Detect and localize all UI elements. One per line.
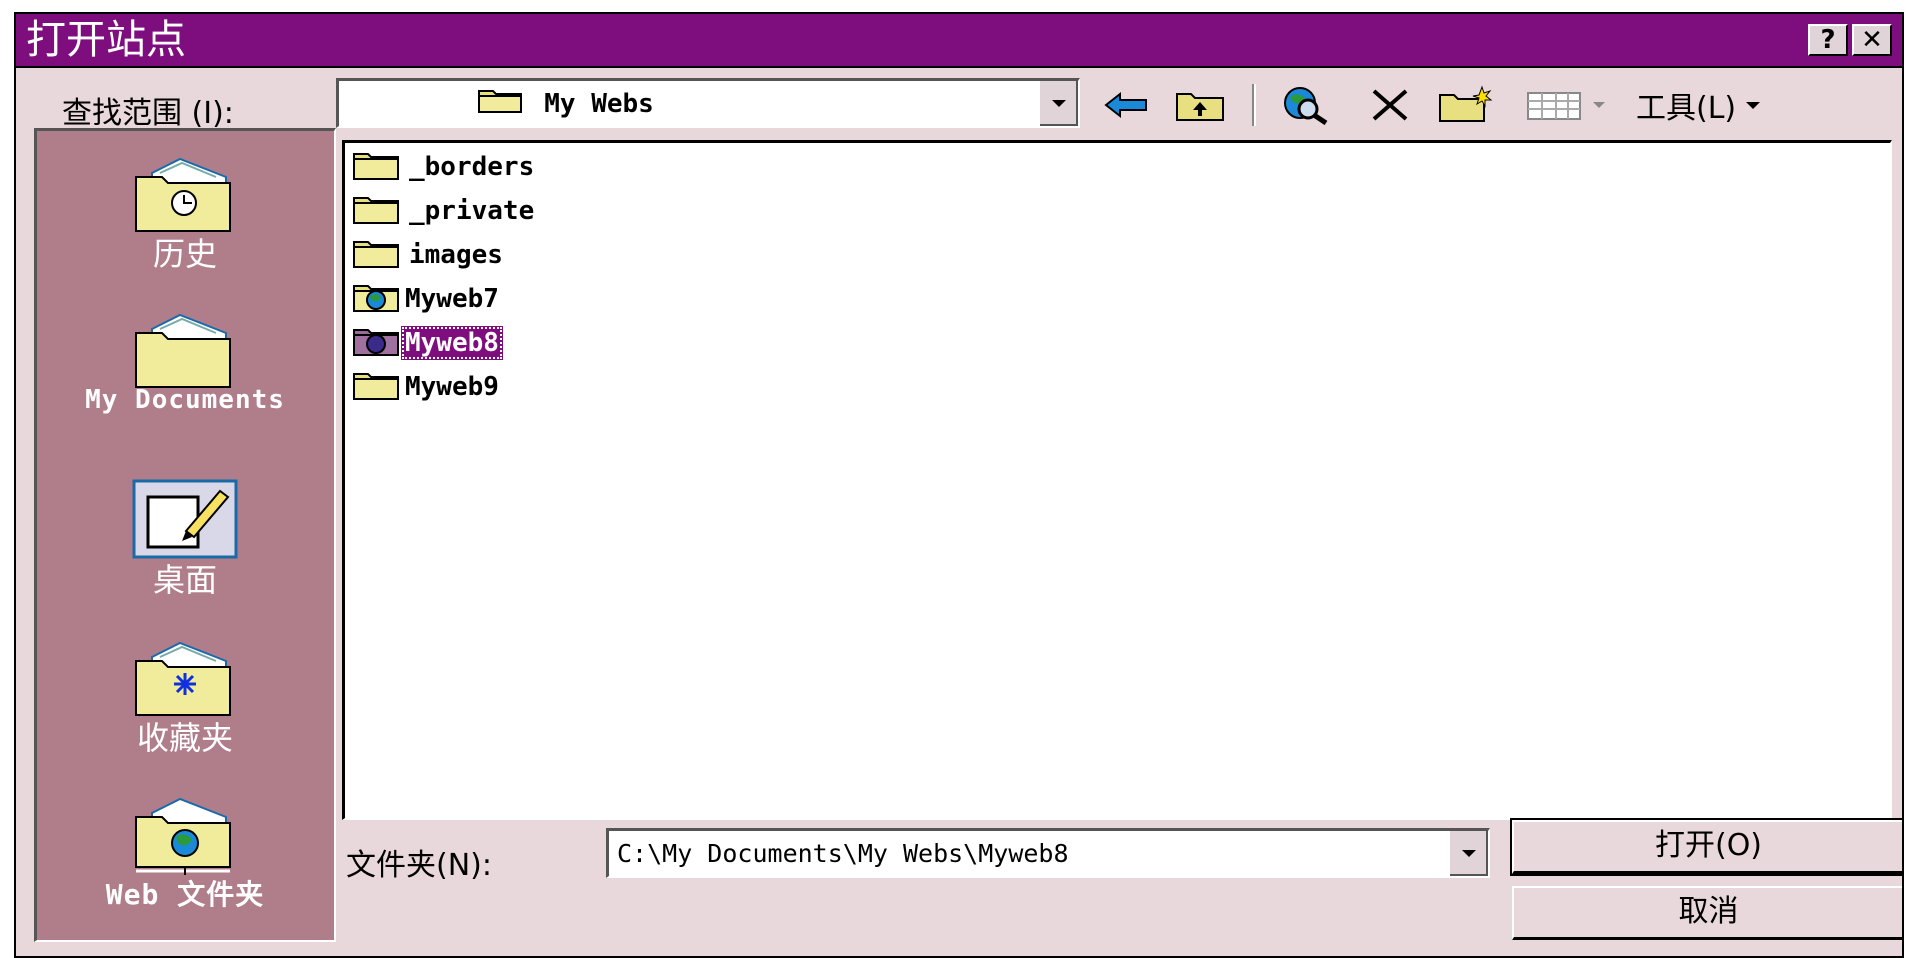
list-item[interactable]: Myweb7 [353,281,503,317]
file-name: Myweb7 [405,284,499,314]
folder-icon [353,370,399,404]
place-desktop[interactable]: 桌面 [37,477,333,601]
history-icon [130,151,240,235]
file-name: _borders [409,152,535,182]
tools-dropdown-icon [1746,101,1761,109]
lookin-value: My Webs [544,88,654,119]
views-icon[interactable] [1524,84,1584,126]
new-folder-icon[interactable] [1436,84,1496,126]
web-folders-icon [130,795,240,879]
list-item[interactable]: images [353,237,507,273]
open-site-dialog: 打开站点 ? ✕ 查找范围 (I): My Webs 工具(L) 历史 My D… [14,12,1904,958]
back-arrow-icon[interactable] [1100,84,1152,126]
place-history-label: 历史 [152,235,217,273]
up-folder-icon[interactable] [1172,84,1228,126]
folder-icon [353,57,523,150]
help-button[interactable]: ? [1808,24,1848,56]
places-bar: 历史 My Documents 桌面 收藏夹 Web 文件夹 [34,128,336,942]
list-item[interactable]: _private [353,193,538,229]
web-folder-icon [353,326,399,360]
place-history[interactable]: 历史 [37,151,333,275]
list-item-selected[interactable]: Myweb8 [353,325,503,361]
list-item[interactable]: _borders [353,149,538,185]
search-web-icon[interactable] [1276,84,1336,126]
desktop-icon [130,477,240,561]
place-favorites[interactable]: 收藏夹 [37,635,333,759]
views-dropdown-icon[interactable] [1588,84,1610,126]
file-name: Myweb9 [405,372,499,402]
folder-icon [353,194,399,228]
place-desktop-label: 桌面 [152,561,217,599]
file-name: _private [409,196,535,226]
window-title: 打开站点 [26,17,186,63]
chevron-down-icon [1052,100,1066,107]
tools-label: 工具(L) [1636,91,1737,126]
cancel-button[interactable]: 取消 [1512,886,1902,940]
folder-field-label: 文件夹(N): [346,848,492,883]
place-my-documents[interactable]: My Documents [37,307,333,415]
lookin-combo[interactable]: My Webs [336,78,1080,128]
file-name: Myweb8 [401,326,503,360]
lookin-dropdown-button[interactable] [1038,81,1078,126]
folder-path-dropdown-button[interactable] [1448,831,1488,876]
tools-menu-button[interactable]: 工具(L) [1636,84,1816,126]
list-item[interactable]: Myweb9 [353,369,503,405]
title-bar[interactable]: 打开站点 ? ✕ [16,14,1902,68]
folder-path-value: C:\My Documents\My Webs\Myweb8 [617,839,1069,868]
my-documents-icon [130,307,240,391]
place-favorites-label: 收藏夹 [136,719,233,757]
chevron-down-icon [1462,850,1476,857]
close-button[interactable]: ✕ [1852,24,1892,56]
open-button[interactable]: 打开(O) [1510,818,1902,876]
file-name: images [409,240,503,270]
favorites-icon [130,635,240,719]
delete-icon[interactable] [1364,84,1416,126]
toolbar-separator [1252,84,1256,126]
folder-path-combo[interactable]: C:\My Documents\My Webs\Myweb8 [606,828,1490,878]
folder-icon [353,150,399,184]
place-web-folders[interactable]: Web 文件夹 [37,795,333,913]
folder-icon [353,238,399,272]
file-list[interactable]: _borders _private images Myweb7 Myweb8 M… [342,140,1892,820]
lookin-label: 查找范围 (I): [62,96,234,131]
web-folder-icon [353,282,399,316]
